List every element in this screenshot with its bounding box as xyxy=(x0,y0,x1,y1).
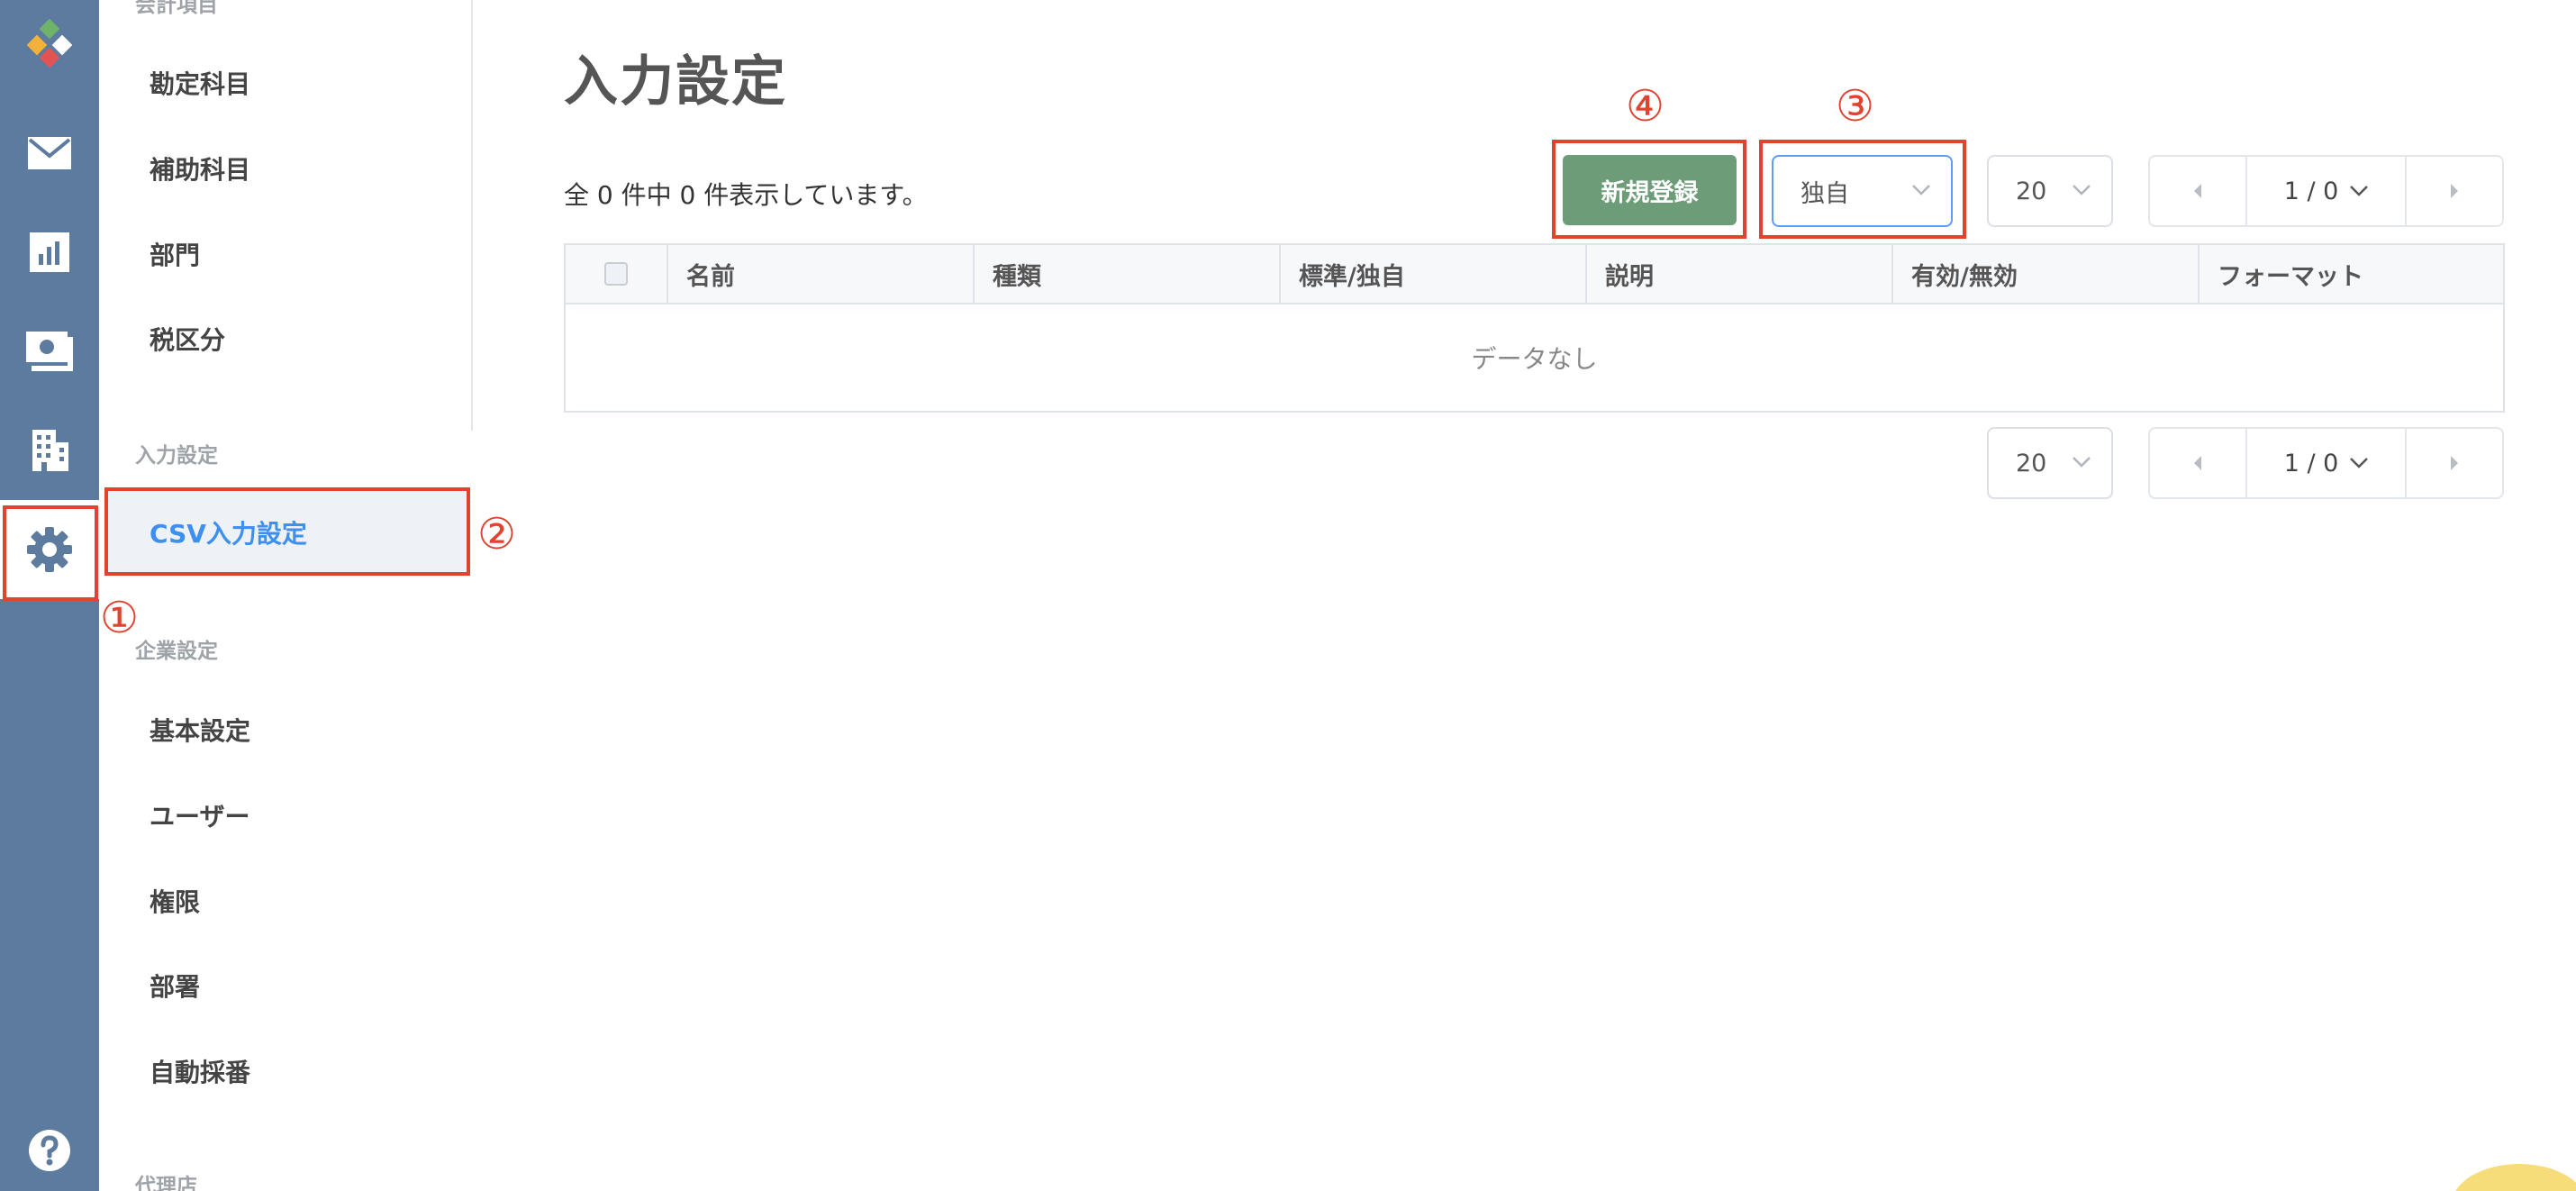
prev-page-button[interactable] xyxy=(2150,157,2247,225)
annotation-box-3 xyxy=(1759,140,1966,239)
money-icon[interactable] xyxy=(0,302,99,401)
mail-icon[interactable] xyxy=(0,104,99,203)
caret-right-icon xyxy=(2451,456,2458,470)
pagination-top: 1 / 0 xyxy=(2148,155,2504,227)
page-indicator: 1 / 0 xyxy=(2283,449,2339,477)
menu-item-accounts[interactable]: 勘定科目 xyxy=(150,65,250,101)
next-page-button[interactable] xyxy=(2405,157,2502,225)
select-all-checkbox[interactable] xyxy=(604,262,628,286)
annotation-box-1 xyxy=(3,505,98,601)
menu-item-divisions[interactable]: 部署 xyxy=(150,968,200,1004)
annotation-box-2 xyxy=(104,487,470,576)
pagination-bottom: 1 / 0 xyxy=(2148,427,2504,499)
menu-item-tax-categories[interactable]: 税区分 xyxy=(150,321,225,357)
table-header: 名前 種類 標準/独自 説明 有効/無効 フォーマット xyxy=(566,245,2503,305)
caret-left-icon xyxy=(2194,456,2201,470)
prev-page-button[interactable] xyxy=(2150,429,2247,497)
next-page-button[interactable] xyxy=(2405,429,2502,497)
annotation-number-1: ① xyxy=(100,593,140,643)
record-count-text: 全 0 件中 0 件表示しています。 xyxy=(564,180,928,210)
column-header-standard-custom[interactable]: 標準/独自 xyxy=(1279,245,1585,303)
menu-item-basic-settings[interactable]: 基本設定 xyxy=(150,712,250,748)
menu-item-users[interactable]: ユーザー xyxy=(150,797,249,833)
section-label-input-settings: 入力設定 xyxy=(135,444,218,468)
menu-item-auto-numbering[interactable]: 自動採番 xyxy=(150,1053,250,1089)
section-label-company-settings: 企業設定 xyxy=(135,640,218,663)
caret-right-icon xyxy=(2451,184,2458,198)
annotation-number-2: ② xyxy=(477,509,517,559)
chevron-down-icon xyxy=(2350,458,2369,468)
page-size-select-bottom[interactable]: 20 xyxy=(1987,427,2113,499)
help-icon[interactable] xyxy=(0,1110,99,1191)
column-header-description[interactable]: 説明 xyxy=(1585,245,1891,303)
chevron-down-icon xyxy=(2073,457,2091,468)
submenu-divider xyxy=(471,0,473,431)
caret-left-icon xyxy=(2194,184,2201,198)
page-select[interactable]: 1 / 0 xyxy=(2249,429,2404,497)
chevron-down-icon xyxy=(2350,186,2369,196)
annotation-number-3: ③ xyxy=(1836,81,1875,132)
select-all-cell xyxy=(566,245,667,303)
page-size-value: 20 xyxy=(2016,449,2047,477)
building-icon[interactable] xyxy=(0,401,99,500)
menu-item-permissions[interactable]: 権限 xyxy=(150,883,200,919)
chat-widget-button[interactable] xyxy=(2452,1164,2576,1191)
menu-item-departments[interactable]: 部門 xyxy=(150,236,200,272)
page-size-select-top[interactable]: 20 xyxy=(1987,155,2113,227)
chart-icon[interactable] xyxy=(0,203,99,302)
page-indicator: 1 / 0 xyxy=(2283,177,2339,205)
section-label-agency: 代理店 xyxy=(135,1175,197,1191)
csv-settings-table: 名前 種類 標準/独自 説明 有効/無効 フォーマット データなし xyxy=(564,243,2505,413)
empty-state-text: データなし xyxy=(1471,344,1598,374)
page-size-value: 20 xyxy=(2016,177,2047,205)
menu-item-sub-accounts[interactable]: 補助科目 xyxy=(150,150,250,186)
annotation-number-4: ④ xyxy=(1626,81,1665,132)
logo-icon[interactable] xyxy=(0,0,99,90)
annotation-box-4 xyxy=(1552,140,1746,239)
page-title: 入力設定 xyxy=(564,50,787,114)
column-header-type[interactable]: 種類 xyxy=(973,245,1279,303)
page-select[interactable]: 1 / 0 xyxy=(2249,157,2404,225)
column-header-enabled[interactable]: 有効/無効 xyxy=(1891,245,2198,303)
chevron-down-icon xyxy=(2073,185,2091,195)
section-label-accounting: 会計項目 xyxy=(135,0,218,17)
column-header-name[interactable]: 名前 xyxy=(667,245,973,303)
column-header-format[interactable]: フォーマット xyxy=(2198,245,2503,303)
